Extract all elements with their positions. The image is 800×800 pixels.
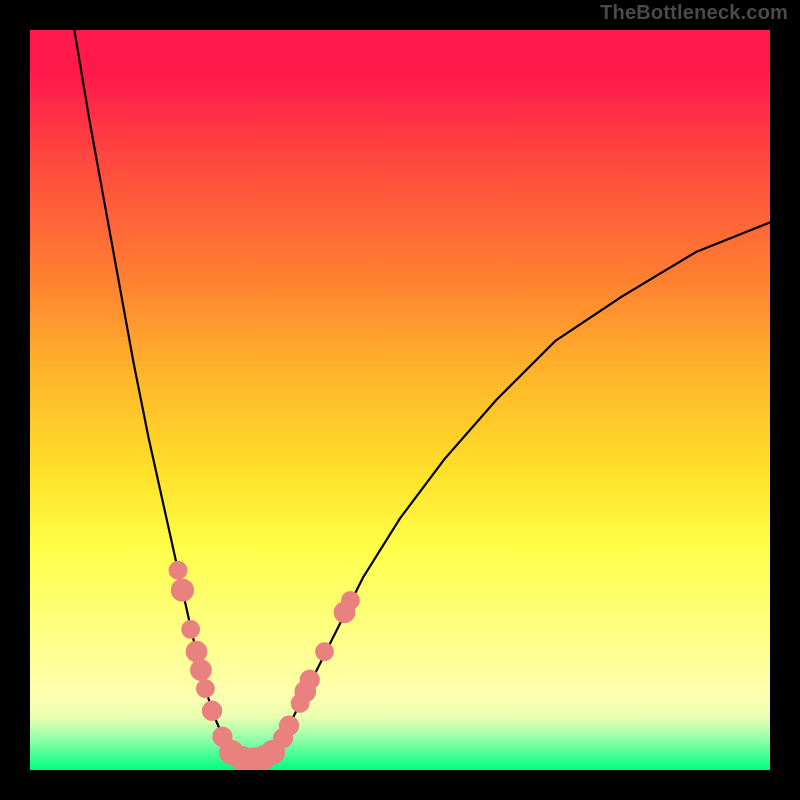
highlight-dot [186,641,207,662]
highlight-dot [191,660,212,681]
chart-frame: TheBottleneck.com [0,0,800,800]
curve-right-branch [272,222,770,755]
highlight-dot [279,716,298,735]
curve-left-branch [74,30,232,755]
highlight-dot [182,621,200,639]
watermark-text: TheBottleneck.com [600,2,788,25]
highlight-dot [169,561,187,579]
highlighted-points-group [169,561,359,770]
chart-svg [30,30,770,770]
highlight-dot [316,643,334,661]
curve-group [74,30,770,761]
highlight-dot [342,592,360,610]
highlight-dot [197,680,215,698]
highlight-dot [202,701,221,720]
highlight-dot [171,579,193,601]
highlight-dot [300,670,319,689]
